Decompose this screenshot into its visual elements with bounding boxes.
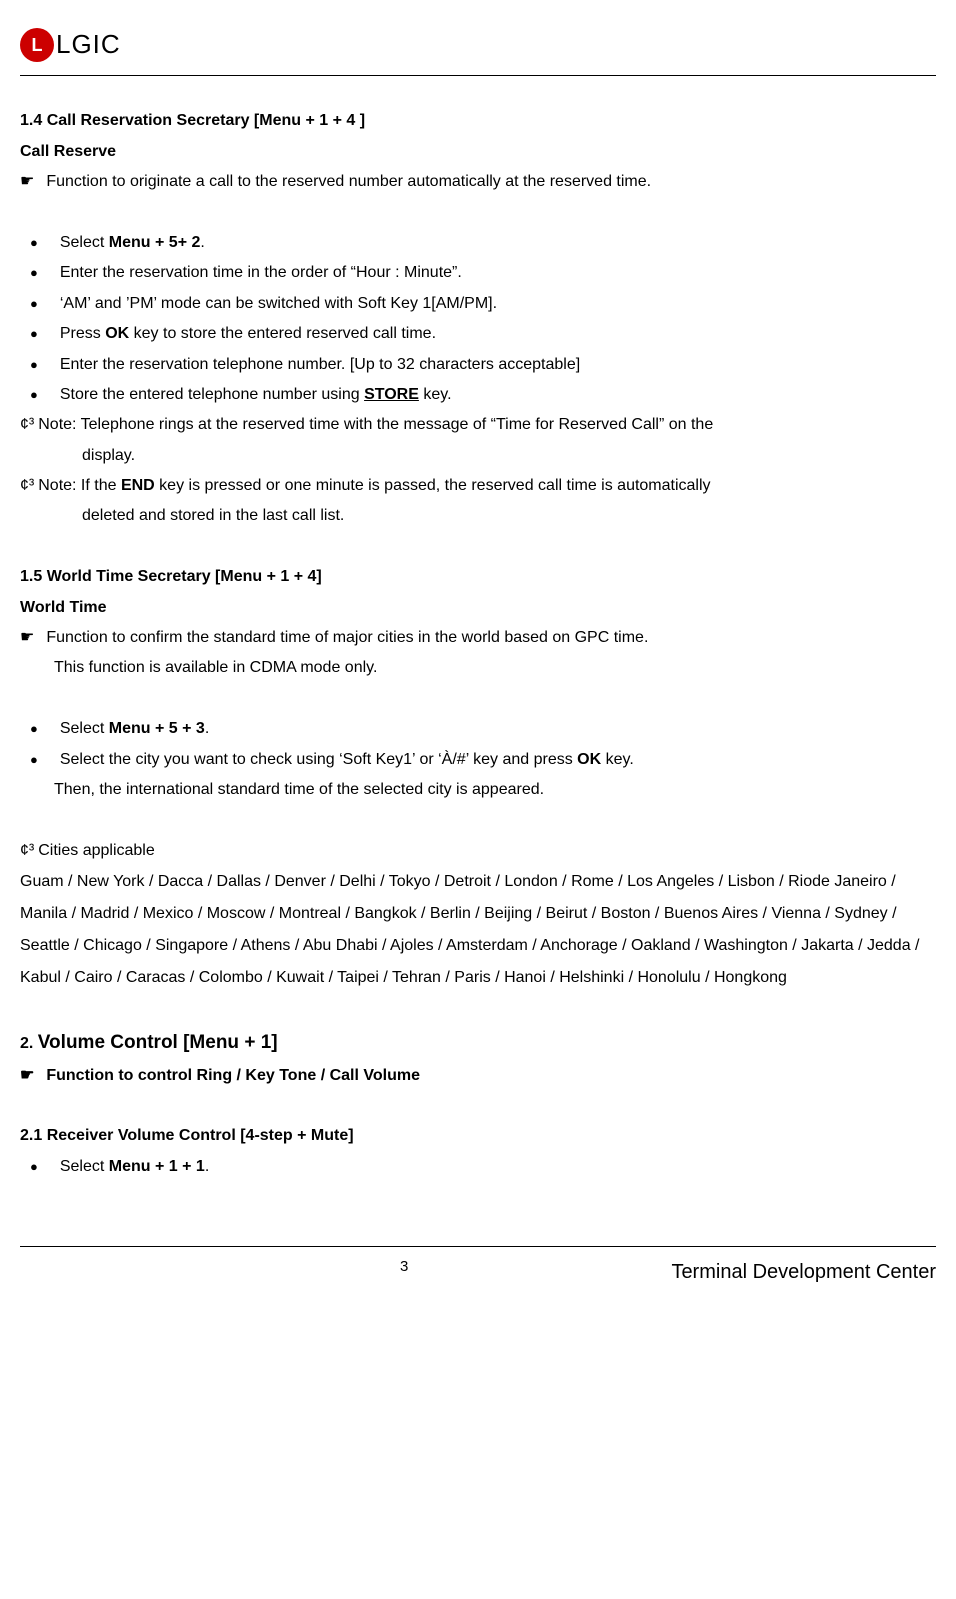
cities-label: ¢³ Cities applicable bbox=[20, 836, 936, 866]
note-symbol-icon: ¢³ bbox=[20, 836, 34, 866]
bullet-icon: ● bbox=[30, 258, 38, 288]
note-symbol-icon: ¢³ bbox=[20, 410, 34, 440]
bullet-icon: ● bbox=[30, 745, 38, 775]
subtitle-call-reserve: Call Reserve bbox=[20, 137, 936, 167]
desc-text: Function to confirm the standard time of… bbox=[46, 623, 648, 653]
pointer-icon: ☛ bbox=[20, 623, 34, 653]
bullet-text: Enter the reservation telephone number. … bbox=[60, 350, 580, 380]
desc-text: Function to control Ring / Key Tone / Ca… bbox=[46, 1061, 420, 1091]
heading-2: 2. Volume Control [Menu + 1] bbox=[20, 1025, 936, 1061]
note-text: Note: If the END key is pressed or one m… bbox=[38, 471, 710, 501]
section-1-5: 1.5 World Time Secretary [Menu + 1 + 4] … bbox=[20, 562, 936, 994]
bullet-text: Select the city you want to check using … bbox=[60, 745, 634, 775]
bullet-text: Store the entered telephone number using… bbox=[60, 380, 452, 410]
note-2-cont: deleted and stored in the last call list… bbox=[82, 501, 936, 531]
desc-line-2: This function is available in CDMA mode … bbox=[54, 653, 936, 683]
list-item: ● Select the city you want to check usin… bbox=[30, 745, 936, 775]
desc-line: ☛ Function to confirm the standard time … bbox=[20, 623, 936, 653]
bullet-icon: ● bbox=[30, 1152, 38, 1182]
list-item: ● ‘AM’ and ’PM’ mode can be switched wit… bbox=[30, 289, 936, 319]
page-number: 3 bbox=[400, 1253, 408, 1291]
note-2: ¢³ Note: If the END key is pressed or on… bbox=[20, 471, 936, 501]
section-2: 2. Volume Control [Menu + 1] ☛ Function … bbox=[20, 1025, 936, 1183]
logo-text: LGIC bbox=[56, 20, 121, 69]
section-1-4: 1.4 Call Reservation Secretary [Menu + 1… bbox=[20, 106, 936, 531]
bullet-icon: ● bbox=[30, 319, 38, 349]
list-item: ● Enter the reservation telephone number… bbox=[30, 350, 936, 380]
cities-label-text: Cities applicable bbox=[38, 836, 155, 866]
note-text: Note: Telephone rings at the reserved ti… bbox=[38, 410, 713, 440]
desc-line: ☛ Function to control Ring / Key Tone / … bbox=[20, 1061, 936, 1091]
bullet-text: Select Menu + 1 + 1. bbox=[60, 1152, 209, 1182]
desc-text: Function to originate a call to the rese… bbox=[46, 167, 651, 197]
list-item: ● Select Menu + 1 + 1. bbox=[30, 1152, 936, 1182]
bullet-icon: ● bbox=[30, 350, 38, 380]
bullet-text: Select Menu + 5 + 3. bbox=[60, 714, 209, 744]
heading-1-4: 1.4 Call Reservation Secretary [Menu + 1… bbox=[20, 106, 936, 136]
pointer-icon: ☛ bbox=[20, 167, 34, 197]
heading-1-5: 1.5 World Time Secretary [Menu + 1 + 4] bbox=[20, 562, 936, 592]
note-1-cont: display. bbox=[82, 441, 936, 471]
list-item: ● Store the entered telephone number usi… bbox=[30, 380, 936, 410]
footer-org: Terminal Development Center bbox=[671, 1253, 936, 1291]
note-symbol-icon: ¢³ bbox=[20, 471, 34, 501]
bullet-cont: Then, the international standard time of… bbox=[54, 775, 936, 805]
bullet-text: Select Menu + 5+ 2. bbox=[60, 228, 205, 258]
subtitle-world-time: World Time bbox=[20, 593, 936, 623]
pointer-icon: ☛ bbox=[20, 1061, 34, 1091]
note-1: ¢³ Note: Telephone rings at the reserved… bbox=[20, 410, 936, 440]
bullet-icon: ● bbox=[30, 714, 38, 744]
list-item: ● Select Menu + 5+ 2. bbox=[30, 228, 936, 258]
desc-line: ☛ Function to originate a call to the re… bbox=[20, 167, 936, 197]
bullet-icon: ● bbox=[30, 380, 38, 410]
list-item: ● Select Menu + 5 + 3. bbox=[30, 714, 936, 744]
bullet-text: ‘AM’ and ’PM’ mode can be switched with … bbox=[60, 289, 497, 319]
list-item: ● Enter the reservation time in the orde… bbox=[30, 258, 936, 288]
page-header: L LGIC bbox=[20, 20, 936, 76]
page-footer: 3 Terminal Development Center bbox=[20, 1246, 936, 1291]
cities-list: Guam / New York / Dacca / Dallas / Denve… bbox=[20, 866, 936, 994]
bullet-icon: ● bbox=[30, 228, 38, 258]
bullet-text: Enter the reservation time in the order … bbox=[60, 258, 462, 288]
lg-logo-icon: L bbox=[20, 28, 54, 62]
list-item: ● Press OK key to store the entered rese… bbox=[30, 319, 936, 349]
heading-2-1: 2.1 Receiver Volume Control [4-step + Mu… bbox=[20, 1121, 936, 1151]
bullet-icon: ● bbox=[30, 289, 38, 319]
bullet-text: Press OK key to store the entered reserv… bbox=[60, 319, 436, 349]
